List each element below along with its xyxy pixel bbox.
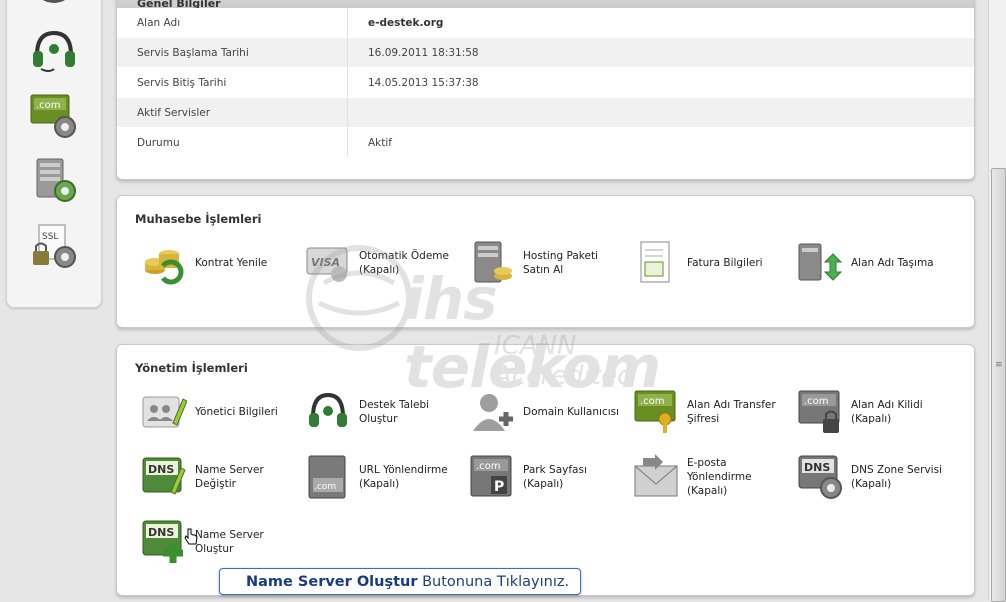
- com-gear-icon[interactable]: .com: [29, 91, 79, 141]
- server-gear-icon[interactable]: [29, 155, 79, 205]
- action-label: Fatura Bilgileri: [687, 257, 763, 269]
- callout-rest: Butonuna Tıklayınız.: [417, 574, 570, 590]
- url-yonlendirme-button[interactable]: .com URL Yönlendirme (Kapalı): [305, 454, 459, 500]
- muhasebe-title: Muhasebe İşlemleri: [135, 212, 262, 226]
- alan-adi-tasima-button[interactable]: Alan Adı Taşıma: [797, 240, 951, 286]
- left-sidebar: .com SSL: [6, 0, 102, 308]
- action-label: E-posta Yönlendirme (Kapalı): [687, 457, 752, 497]
- headset-icon[interactable]: [29, 25, 79, 75]
- table-row: Servis Bitiş Tarihi 14.05.2013 15:37:38: [117, 67, 974, 98]
- hand-cursor-icon: [184, 528, 198, 545]
- dns-label: DNS: [148, 463, 174, 476]
- row-value: 16.09.2011 18:31:58: [347, 37, 974, 68]
- invoice-icon: [640, 241, 670, 283]
- action-label: Kontrat Yenile: [195, 257, 268, 269]
- server-transfer-icon: [798, 243, 843, 281]
- url-redirect-icon: .com: [308, 455, 346, 499]
- user-add-icon: [473, 394, 513, 431]
- action-label: DNS Zone Servisi (Kapalı): [851, 464, 942, 490]
- row-label: Alan Adı: [117, 8, 348, 38]
- genel-bilgiler-panel: Genel Bilgiler Alan Adı e-destek.org Ser…: [116, 0, 975, 180]
- transfer-sifresi-button[interactable]: .com Alan Adı Transfer Şifresi: [633, 389, 787, 435]
- row-label: Servis Başlama Tarihi: [117, 37, 348, 68]
- kontrat-yenile-button[interactable]: Kontrat Yenile: [141, 240, 295, 286]
- com-key-icon: .com: [634, 390, 676, 433]
- action-label: Alan Adı Transfer Şifresi: [687, 399, 776, 425]
- instruction-callout: Name Server Oluştur Butonuna Tıklayınız.: [219, 568, 581, 595]
- row-value: 14.05.2013 15:37:38: [347, 67, 974, 98]
- eposta-yonlendirme-button[interactable]: E-posta Yönlendirme (Kapalı): [633, 454, 787, 500]
- visa-card-icon: VISA: [306, 247, 348, 282]
- action-label: Yönetici Bilgileri: [195, 406, 278, 418]
- action-label: Domain Kullanıcısı: [523, 406, 620, 418]
- dns-label: DNS: [148, 526, 174, 539]
- ssl-lock-icon[interactable]: SSL: [29, 221, 79, 271]
- vertical-scrollbar[interactable]: ≡: [988, 0, 1006, 602]
- headset-icon: [309, 392, 347, 427]
- action-label: Alan Adı Taşıma: [851, 257, 934, 269]
- scroll-grip-icon: ≡: [995, 360, 1003, 370]
- name-server-degistir-button[interactable]: DNS Name Server Değiştir: [141, 454, 295, 500]
- otomatik-odeme-button[interactable]: VISA Otomatik Ödeme (Kapalı): [305, 240, 459, 286]
- row-value: Aktif: [347, 127, 974, 158]
- table-row: Alan Adı e-destek.org: [117, 8, 974, 38]
- yonetim-panel: Yönetim İşlemleri Yönetici Bilgileri Des…: [116, 344, 975, 596]
- row-value: [347, 97, 974, 128]
- com-label: .com: [804, 396, 829, 407]
- yonetici-bilgileri-button[interactable]: Yönetici Bilgileri: [141, 389, 295, 435]
- com-label: .com: [36, 100, 61, 111]
- com-parking-icon: .com P: [470, 455, 512, 497]
- action-label: URL Yönlendirme (Kapalı): [359, 464, 448, 490]
- alan-adi-kilidi-button[interactable]: .com Alan Adı Kilidi (Kapalı): [797, 389, 951, 435]
- table-row: Servis Başlama Tarihi 16.09.2011 18:31:5…: [117, 37, 974, 68]
- destek-talebi-button[interactable]: Destek Talebi Oluştur: [305, 389, 459, 435]
- row-label: Durumu: [117, 127, 348, 158]
- action-label: Destek Talebi Oluştur: [359, 399, 430, 425]
- callout-bold: Name Server Oluştur: [246, 574, 418, 590]
- action-label: Hosting Paketi Satın Al: [523, 250, 598, 276]
- ssl-label: SSL: [42, 232, 58, 242]
- com-label: .com: [314, 482, 336, 492]
- muhasebe-panel: Muhasebe İşlemleri Kontrat Yenile VISA O…: [116, 195, 975, 328]
- com-label: .com: [640, 396, 665, 407]
- table-row: Durumu Aktif: [117, 127, 974, 158]
- dns-label: DNS: [804, 461, 830, 474]
- yonetim-title: Yönetim İşlemleri: [135, 361, 248, 375]
- action-label: Alan Adı Kilidi (Kapalı): [851, 399, 923, 425]
- scrollbar-thumb[interactable]: ≡: [991, 168, 1006, 602]
- hosting-paketi-button[interactable]: Hosting Paketi Satın Al: [469, 240, 623, 286]
- com-lock-icon: .com: [798, 390, 840, 433]
- action-label: Park Sayfası (Kapalı): [523, 464, 587, 490]
- domain-kullanicisi-button[interactable]: Domain Kullanıcısı: [469, 389, 623, 435]
- svg-text:P: P: [494, 479, 504, 495]
- dns-zone-button[interactable]: DNS DNS Zone Servisi (Kapalı): [797, 454, 951, 500]
- dns-edit-icon: DNS: [142, 457, 186, 495]
- row-label: Servis Bitiş Tarihi: [117, 67, 348, 98]
- park-sayfasi-button[interactable]: .com P Park Sayfası (Kapalı): [469, 454, 623, 500]
- dns-gear-icon: DNS: [798, 455, 842, 499]
- row-label: Aktif Servisler: [117, 97, 348, 128]
- server-coins-icon: [474, 241, 512, 283]
- action-label: Name Server Oluştur: [195, 529, 264, 555]
- action-label: Name Server Değiştir: [195, 464, 264, 490]
- top-partial-icon[interactable]: [29, 0, 79, 19]
- table-row: Aktif Servisler: [117, 97, 974, 128]
- row-value: e-destek.org: [347, 8, 974, 38]
- users-edit-icon: [142, 396, 187, 428]
- name-server-olustur-button[interactable]: DNS Name Server Oluştur: [141, 519, 295, 565]
- dns-add-icon: DNS: [142, 520, 183, 563]
- info-table: Alan Adı e-destek.org Servis Başlama Tar…: [117, 8, 974, 158]
- coins-refresh-icon: [145, 250, 184, 285]
- com-label: .com: [476, 461, 501, 472]
- action-label: Otomatik Ödeme (Kapalı): [359, 250, 449, 276]
- fatura-bilgileri-button[interactable]: Fatura Bilgileri: [633, 240, 787, 286]
- mail-redirect-icon: [634, 454, 678, 497]
